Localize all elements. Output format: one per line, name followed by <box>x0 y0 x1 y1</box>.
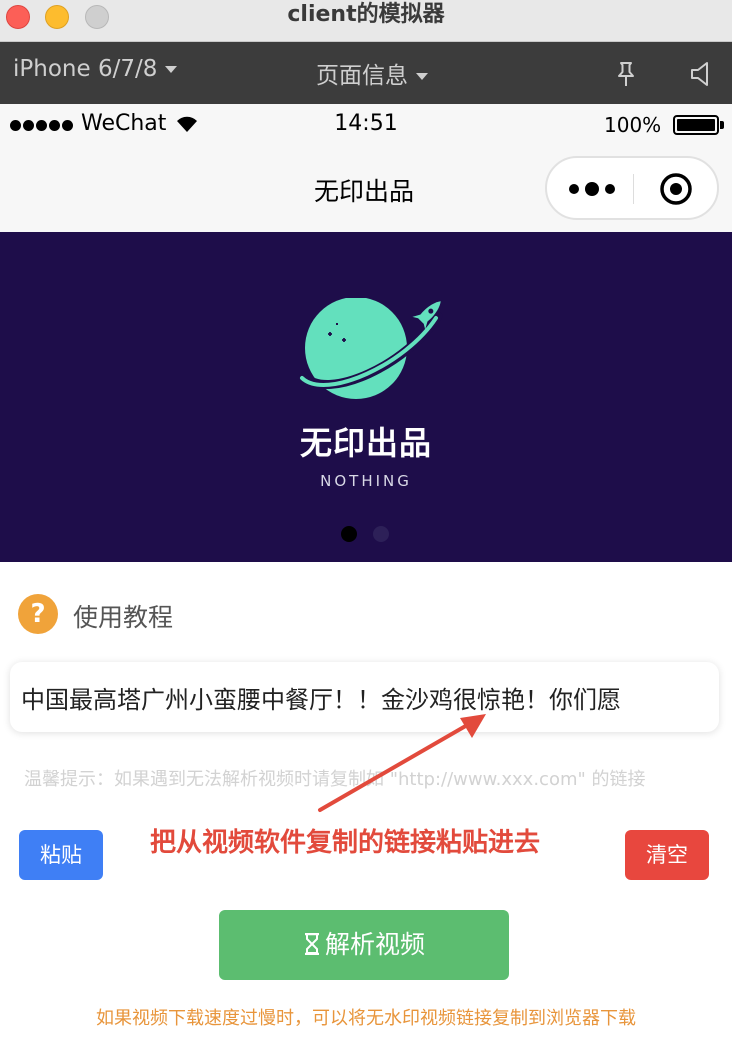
more-dots-icon[interactable] <box>569 182 615 196</box>
speaker-icon[interactable] <box>688 60 716 88</box>
device-label: iPhone 6/7/8 <box>13 56 158 82</box>
parse-video-button[interactable]: 解析视频 <box>219 910 509 980</box>
page-info-label: 页面信息 <box>316 63 408 89</box>
planet-rocket-logo <box>299 298 443 399</box>
battery-percent: 100% <box>604 113 662 137</box>
battery-tip <box>720 121 724 129</box>
capsule-divider <box>633 174 634 204</box>
carousel-dot-2[interactable] <box>373 526 389 542</box>
chevron-down-icon <box>416 73 428 80</box>
clear-button[interactable]: 清空 <box>625 830 709 880</box>
pin-icon[interactable] <box>612 60 640 88</box>
phone-statusbar: WeChat 14:51 100% <box>0 104 732 144</box>
window-titlebar: client的模拟器 <box>0 0 732 42</box>
banner-subtitle: NOTHING <box>320 472 412 490</box>
device-selector[interactable]: iPhone 6/7/8 <box>13 56 178 82</box>
banner-carousel[interactable]: 无印出品 NOTHING <box>0 232 732 562</box>
carousel-dot-1[interactable] <box>341 526 357 542</box>
question-icon: ? <box>18 594 58 634</box>
window-title: client的模拟器 <box>287 2 445 27</box>
parse-video-label: 解析视频 <box>324 930 425 959</box>
banner-brand: 无印出品 <box>299 424 432 462</box>
paste-button[interactable]: 粘贴 <box>19 830 103 880</box>
menu-capsule <box>545 156 719 220</box>
hourglass-icon <box>304 933 319 955</box>
footer-note: 如果视频下载速度过慢时，可以将无水印视频链接复制到浏览器下载 <box>96 1008 636 1029</box>
tutorial-label: 使用教程 <box>73 603 174 632</box>
battery-icon <box>673 115 719 135</box>
target-icon[interactable] <box>659 172 693 206</box>
navigation-bar: 无印出品 <box>0 144 732 232</box>
page-info-selector[interactable]: 页面信息 <box>316 56 428 90</box>
chevron-down-icon <box>165 66 178 73</box>
simulator-toolbar: iPhone 6/7/8 页面信息 <box>0 42 732 104</box>
annotation-text: 把从视频软件复制的链接粘贴进去 <box>150 828 541 858</box>
annotation-arrow-icon <box>318 714 486 812</box>
